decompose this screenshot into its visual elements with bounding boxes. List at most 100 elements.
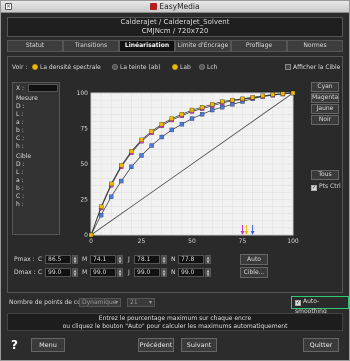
dmax-j-spinner[interactable]: ▲ ▼ — [161, 268, 167, 277]
dmax-n-input[interactable]: 99.0 — [178, 268, 204, 277]
mesure-a: a : — [16, 119, 24, 126]
points-count-select[interactable]: 21 ▾ — [127, 298, 155, 307]
radio-densite-label: La densité spectrale — [40, 64, 101, 71]
series-point — [220, 105, 225, 110]
dmax-c-input[interactable]: 99.0 — [45, 268, 71, 277]
mesure-d: D : — [16, 103, 25, 110]
afficher-cible-label: Afficher la Cible — [293, 64, 341, 71]
series-point — [220, 99, 225, 104]
series-point — [98, 204, 104, 209]
series-point — [159, 122, 164, 127]
series-point — [250, 95, 255, 100]
dmax-j-label: J — [128, 269, 130, 276]
dmax-m-input[interactable]: 99.0 — [90, 268, 116, 277]
printer-name: CalderaJet / CalderaJet_Solvent — [120, 18, 230, 26]
tab-limite-encrage[interactable]: Limite d'Encrage — [175, 40, 231, 52]
pmax-m-spinner[interactable]: ▲ ▼ — [117, 255, 123, 264]
mesure-c: C : — [16, 135, 25, 142]
chart-svg[interactable]: 0 25 50 75 100 0 25 50 75 100 — [63, 77, 308, 247]
pmax-m-input[interactable]: 74.1 — [90, 255, 116, 264]
help-icon[interactable]: ? — [11, 338, 18, 352]
noir-button[interactable]: Noir — [311, 115, 339, 125]
magenta-button[interactable]: Magenta — [311, 93, 339, 103]
checkmark-icon: ✓ — [295, 300, 301, 306]
pmax-m-label: M — [82, 256, 88, 263]
points-count-value: 21 — [130, 299, 138, 306]
x-tick-label: 75 — [239, 238, 247, 245]
checkmark-icon: ✓ — [311, 185, 317, 191]
pmax-n-spinner[interactable]: ▲ ▼ — [205, 255, 211, 264]
dmax-label: Dmax : — [14, 269, 36, 276]
series-point — [159, 134, 164, 140]
cible-l: L : — [16, 169, 24, 176]
jaune-button[interactable]: Jaune — [311, 104, 339, 114]
series-point — [129, 164, 134, 169]
linearisation-chart[interactable]: 0 25 50 75 100 0 25 50 75 100 — [63, 77, 308, 247]
series-point — [139, 153, 144, 158]
y-tick-label: 50 — [80, 161, 88, 168]
instructions-note: Entrez le pourcentage maximum sur chaque… — [7, 313, 343, 331]
radio-on-icon — [172, 64, 178, 70]
checkbox-icon — [285, 64, 291, 70]
radio-lch[interactable]: Lch — [199, 64, 217, 71]
dmax-n-spinner[interactable]: ▲ ▼ — [205, 268, 211, 277]
radio-lab[interactable]: Lab — [172, 64, 191, 71]
pts-ctrl-checkbox[interactable]: ✓ Pts Ctrl — [311, 183, 341, 191]
radio-off-icon — [199, 64, 205, 70]
series-point — [169, 127, 174, 133]
cible-button[interactable]: Cible... — [240, 267, 268, 278]
pmax-j-label: J — [128, 256, 130, 263]
cible-h: h : — [16, 201, 24, 208]
auto-smoothing-checkbox[interactable]: ✓ Auto-smoothing — [291, 296, 349, 315]
auto-button[interactable]: Auto — [240, 254, 268, 265]
dmax-m-spinner[interactable]: ▲ ▼ — [117, 268, 123, 277]
series-point — [149, 129, 154, 134]
series-point — [210, 102, 215, 107]
dmax-c-label: C — [38, 269, 43, 276]
tous-button[interactable]: Tous — [311, 170, 339, 180]
y-tick-label: 75 — [80, 126, 88, 133]
tab-profilage[interactable]: Profilage — [231, 40, 287, 52]
note-line-2: ou cliquez le bouton "Auto" pour calcule… — [62, 323, 288, 330]
series-point — [280, 91, 286, 96]
voir-label: Voir : — [12, 64, 28, 71]
series-point — [199, 112, 205, 117]
afficher-cible-checkbox[interactable]: Afficher la Cible — [285, 64, 340, 71]
pmax-c-input[interactable]: 86.5 — [45, 255, 71, 264]
pmax-c-spinner[interactable]: ▲ ▼ — [72, 255, 78, 264]
linearisation-panel: Voir : La densité spectrale La teinte (a… — [7, 56, 343, 293]
tab-bar: Statut Transitions Linéarisation Limite … — [7, 40, 343, 52]
tab-linearisation[interactable]: Linéarisation — [119, 40, 175, 52]
dmax-c-spinner[interactable]: ▲ ▼ — [72, 268, 78, 277]
radio-on-icon — [32, 64, 38, 70]
series-point — [139, 137, 144, 143]
tab-transitions[interactable]: Transitions — [63, 40, 119, 52]
series-point — [210, 107, 215, 113]
previous-button[interactable]: Précédent — [138, 338, 174, 352]
mode-select[interactable]: Dynamique ▾ — [79, 298, 121, 307]
series-point — [149, 143, 154, 148]
quit-button[interactable]: Quitter — [303, 338, 339, 352]
dmax-j-input[interactable]: 99.0 — [134, 268, 160, 277]
series-point — [290, 90, 296, 96]
series-point — [129, 149, 134, 154]
mesure-heading: Mesure — [16, 95, 38, 102]
cyan-button[interactable]: Cyan — [311, 82, 339, 92]
x-field[interactable] — [28, 84, 58, 92]
series-point — [189, 116, 195, 121]
cible-b: b : — [16, 185, 24, 192]
radio-densite[interactable]: La densité spectrale — [32, 64, 101, 71]
tab-normes[interactable]: Normes — [287, 40, 343, 52]
pmax-j-input[interactable]: 78.1 — [134, 255, 160, 264]
pmax-n-input[interactable]: 77.8 — [178, 255, 204, 264]
radio-teinte[interactable]: La teinte (ab) — [112, 64, 161, 71]
menu-button[interactable]: Menu — [31, 338, 65, 352]
mode-name: CMJNcm / 720x720 — [141, 27, 209, 35]
dmax-m-label: M — [82, 269, 88, 276]
x-label: X : — [16, 85, 25, 92]
next-button[interactable]: Suivant — [181, 338, 217, 352]
measure-info: X : Mesure D : L : a : b : C : h : Cible… — [12, 82, 60, 235]
title-bar: × EasyMedia — [1, 1, 349, 13]
tab-statut[interactable]: Statut — [7, 40, 63, 52]
pmax-j-spinner[interactable]: ▲ ▼ — [161, 255, 167, 264]
